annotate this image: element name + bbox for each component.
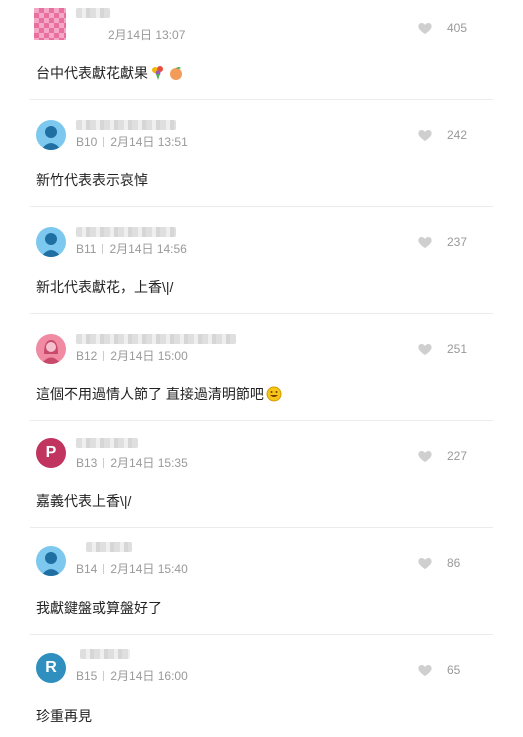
comment-text: 這個不用過情人節了 直接過清明節吧 xyxy=(36,384,282,404)
user-silhouette-icon xyxy=(41,552,61,576)
like-button[interactable]: 405 xyxy=(417,20,473,36)
heart-icon xyxy=(418,237,432,248)
comment-text: 新北代表獻花，上香\|/ xyxy=(36,279,174,295)
like-count: 86 xyxy=(447,556,461,570)
floor-number: B14 xyxy=(76,562,98,576)
comment-text: 新竹代表表示哀悼 xyxy=(36,172,148,188)
comment-item: 2月14日 13:07 405 台中代表獻花獻果 xyxy=(0,0,523,100)
comment-meta: B12 2月14日 15:00 xyxy=(76,347,188,364)
floor-number: B13 xyxy=(76,456,98,470)
heart-icon xyxy=(418,130,432,141)
comment-time: 2月14日 15:40 xyxy=(110,562,188,576)
comment-text: 珍重再見 xyxy=(36,708,92,724)
author-name-redacted[interactable] xyxy=(76,8,110,18)
like-count: 242 xyxy=(447,128,468,142)
author-name-redacted[interactable] xyxy=(86,542,132,552)
like-button[interactable]: 237 xyxy=(417,234,473,250)
comment-list: 2月14日 13:07 405 台中代表獻花獻果 B10 2月14日 13:51 … xyxy=(0,0,523,737)
author-name-redacted[interactable] xyxy=(76,120,176,130)
avatar[interactable]: P xyxy=(36,438,66,468)
rolling-laughing-emoji-icon xyxy=(266,386,282,402)
comment-item: B12 2月14日 15:00 251 這個不用過情人節了 直接過清明節吧 xyxy=(0,314,523,421)
comment-time: 2月14日 16:00 xyxy=(110,669,188,683)
floor-number: B10 xyxy=(76,135,98,149)
comment-time: 2月14日 14:56 xyxy=(109,242,187,256)
author-name-redacted[interactable] xyxy=(80,649,130,659)
avatar[interactable] xyxy=(36,546,66,576)
like-count: 237 xyxy=(447,235,468,249)
floor-number: B15 xyxy=(76,669,98,683)
bouquet-icon xyxy=(152,66,163,80)
comment-item: R B15 2月14日 16:00 65 珍重再見 xyxy=(0,635,523,737)
comment-meta: B13 2月14日 15:35 xyxy=(76,454,188,471)
user-silhouette-icon xyxy=(41,126,61,150)
floor-number: B12 xyxy=(76,349,98,363)
author-name-redacted[interactable] xyxy=(76,334,236,344)
heart-icon xyxy=(418,558,432,569)
comment-meta: 2月14日 13:07 xyxy=(108,26,185,43)
like-count: 251 xyxy=(447,342,468,356)
like-count: 65 xyxy=(447,663,461,677)
comment-text: 嘉義代表上香\|/ xyxy=(36,493,132,509)
like-button[interactable]: 251 xyxy=(417,341,473,357)
like-button[interactable]: 65 xyxy=(417,662,473,678)
comment-time: 2月14日 15:35 xyxy=(110,456,188,470)
like-button[interactable]: 227 xyxy=(417,448,473,464)
comment-time: 2月14日 13:07 xyxy=(108,28,186,42)
user-silhouette-icon xyxy=(41,340,61,364)
avatar[interactable]: R xyxy=(36,653,66,683)
heart-icon xyxy=(418,451,432,462)
heart-icon xyxy=(418,665,432,676)
like-button[interactable]: 86 xyxy=(417,555,473,571)
comment-time: 2月14日 13:51 xyxy=(110,135,188,149)
avatar[interactable] xyxy=(36,120,66,150)
like-count: 227 xyxy=(447,449,468,463)
like-count: 405 xyxy=(447,21,468,35)
author-name-redacted[interactable] xyxy=(76,438,138,448)
author-name-redacted[interactable] xyxy=(76,227,176,237)
comment-item: B10 2月14日 13:51 242 新竹代表表示哀悼 xyxy=(0,100,523,207)
avatar[interactable] xyxy=(34,8,66,40)
comment-text: 我獻鍵盤或算盤好了 xyxy=(36,600,162,616)
avatar[interactable] xyxy=(36,227,66,257)
comment-item: B11 2月14日 14:56 237 新北代表獻花，上香\|/ xyxy=(0,207,523,314)
heart-icon xyxy=(418,23,432,34)
comment-item: P B13 2月14日 15:35 227 嘉義代表上香\|/ xyxy=(0,421,523,528)
comment-meta: B15 2月14日 16:00 xyxy=(76,667,188,684)
comment-time: 2月14日 15:00 xyxy=(110,349,188,363)
like-button[interactable]: 242 xyxy=(417,127,473,143)
avatar[interactable] xyxy=(36,334,66,364)
comment-meta: B14 2月14日 15:40 xyxy=(76,560,188,577)
comment-item: B14 2月14日 15:40 86 我獻鍵盤或算盤好了 xyxy=(0,528,523,635)
user-silhouette-icon xyxy=(41,233,61,257)
comment-text: 台中代表獻花獻果 xyxy=(36,63,184,83)
comment-meta: B10 2月14日 13:51 xyxy=(76,133,188,150)
peach-icon xyxy=(170,67,182,80)
floor-number: B11 xyxy=(76,242,97,256)
heart-icon xyxy=(418,344,432,355)
comment-meta: B11 2月14日 14:56 xyxy=(76,240,187,257)
